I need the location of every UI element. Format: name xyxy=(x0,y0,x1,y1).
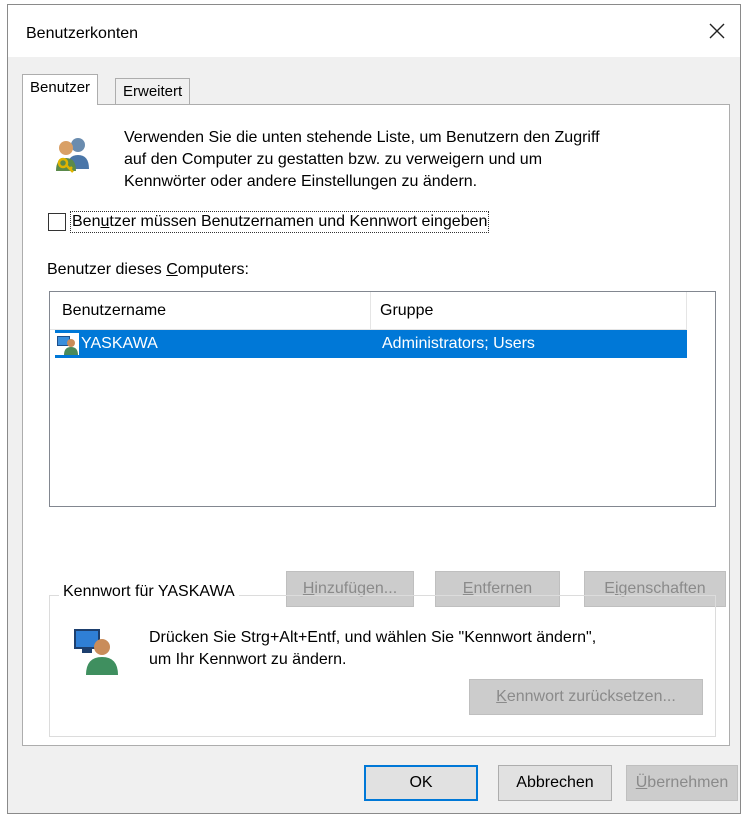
password-hint-line-1: Drücken Sie Strg+Alt+Entf, und wählen Si… xyxy=(149,629,597,646)
ok-button[interactable]: OK xyxy=(364,765,478,801)
cancel-button[interactable]: Abbrechen xyxy=(498,765,612,801)
group-cell: Administrators; Users xyxy=(382,335,535,352)
apply-button[interactable]: Übernehmen xyxy=(626,765,738,801)
list-label-part: Benutzer dieses xyxy=(47,261,167,278)
username-cell: YASKAWA xyxy=(55,333,380,355)
window-title: Benutzerkonten xyxy=(26,25,139,42)
close-icon xyxy=(709,23,725,39)
users-list-label: Benutzer dieses Computers: xyxy=(47,261,249,279)
password-hint-text: Drücken Sie Strg+Alt+Entf, und wählen Si… xyxy=(149,627,709,671)
column-header-group[interactable]: Gruppe xyxy=(371,292,687,330)
require-login-checkbox-row[interactable]: Benutzer müssen Benutzernamen und Kennwo… xyxy=(48,211,490,233)
tab-erweitert[interactable]: Erweitert xyxy=(115,78,191,105)
password-hint-line-2: um Ihr Kennwort zu ändern. xyxy=(149,651,347,668)
info-line-2: auf den Computer zu gestatten bzw. zu ve… xyxy=(124,151,543,168)
table-row[interactable]: YASKAWA Administrators; Users xyxy=(55,330,687,358)
info-line-3: Kennwörter oder andere Einstellungen zu … xyxy=(124,173,478,190)
username-text: YASKAWA xyxy=(81,335,158,352)
reset-label: ennwort zurücksetzen... xyxy=(506,688,676,705)
user-accounts-dialog: Benutzerkonten Benutzer Erweitert Verwen… xyxy=(7,4,741,814)
title-bar: Benutzerkonten xyxy=(8,5,740,57)
tab-benutzer[interactable]: Benutzer xyxy=(22,74,99,105)
list-label-accel: C xyxy=(166,261,178,278)
require-login-label[interactable]: Benutzer müssen Benutzernamen und Kennwo… xyxy=(70,211,490,233)
users-listview[interactable]: Benutzername Gruppe YASKAWA Administrato… xyxy=(49,291,716,507)
close-button[interactable] xyxy=(694,5,740,57)
tab-panel-benutzer: Verwenden Sie die unten stehende Liste, … xyxy=(22,104,730,746)
user-icon xyxy=(55,333,79,355)
apply-label: bernehmen xyxy=(647,774,729,791)
list-label-part: omputers: xyxy=(177,261,249,278)
listview-header: Benutzername Gruppe xyxy=(50,292,687,330)
require-login-checkbox[interactable] xyxy=(48,213,66,231)
password-group-legend: Kennwort für YASKAWA xyxy=(59,583,239,601)
reset-accel: K xyxy=(496,688,507,705)
checkbox-label-part: Ben xyxy=(72,213,101,230)
column-header-username[interactable]: Benutzername xyxy=(50,292,371,330)
user-monitor-icon xyxy=(74,629,118,675)
dialog-client-area: Benutzer Erweitert Verwenden Sie die unt… xyxy=(8,57,740,813)
reset-password-button[interactable]: Kennwort zurücksetzen... xyxy=(469,679,703,715)
apply-accel: Ü xyxy=(635,774,648,791)
users-key-icon xyxy=(56,138,89,173)
info-text: Verwenden Sie die unten stehende Liste, … xyxy=(124,127,714,193)
checkbox-label-part: tzer müssen Benutzernamen und Kennwort e… xyxy=(109,213,488,230)
info-line-1: Verwenden Sie die unten stehende Liste, … xyxy=(124,129,600,146)
